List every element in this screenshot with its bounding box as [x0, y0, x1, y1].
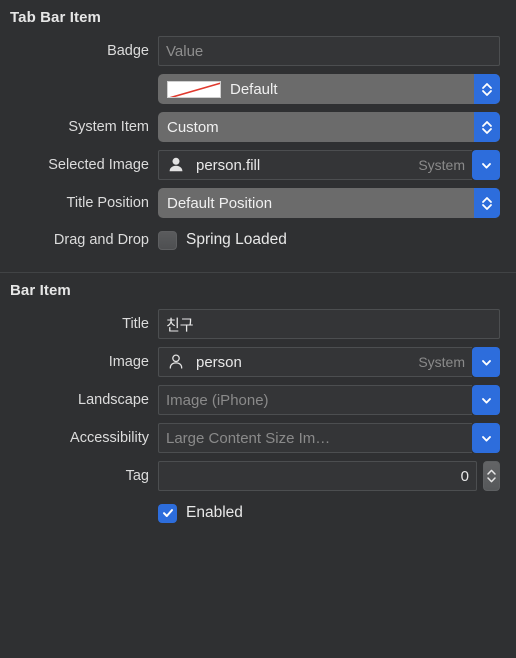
- chevron-up-down-icon[interactable]: [474, 188, 500, 218]
- no-color-swatch-icon: [167, 80, 221, 98]
- row-landscape: Landscape Image (iPhone): [0, 385, 516, 415]
- chevron-up-down-icon[interactable]: [474, 74, 500, 104]
- enabled-checkbox[interactable]: [158, 503, 177, 523]
- control-system-item: Custom: [158, 112, 500, 142]
- selected-image-value: person.fill: [196, 156, 261, 174]
- row-drag-and-drop: Drag and Drop Spring Loaded: [0, 226, 516, 254]
- row-title: Title 친구: [0, 309, 516, 339]
- control-badge-color: Default: [158, 74, 500, 104]
- label-selected-image: Selected Image: [48, 157, 149, 173]
- label-image: Image: [108, 354, 149, 370]
- selected-image-source-badge: System: [418, 157, 465, 173]
- section-bar-item: Bar Item Title 친구 Image person System La…: [0, 273, 516, 527]
- selected-image-combo[interactable]: person.fill System: [158, 150, 500, 180]
- attributes-inspector-panel: Tab Bar Item Badge Value Default System …: [0, 0, 516, 658]
- label-system-item: System Item: [68, 119, 149, 135]
- spring-loaded-checkbox[interactable]: [158, 230, 177, 250]
- section-title-bar-item: Bar Item: [10, 282, 71, 299]
- label-tag: Tag: [125, 468, 149, 484]
- chevron-down-icon[interactable]: [472, 385, 500, 415]
- badge-input[interactable]: Value: [158, 36, 500, 66]
- person-fill-icon: [166, 155, 186, 175]
- spring-loaded-checkbox-row[interactable]: Spring Loaded: [158, 230, 287, 250]
- accessibility-value: Large Content Size Im…: [166, 429, 331, 447]
- section-tab-bar-item: Tab Bar Item Badge Value Default System …: [0, 0, 516, 254]
- enabled-label: Enabled: [186, 504, 243, 521]
- title-input[interactable]: 친구: [158, 309, 500, 339]
- chevron-down-icon[interactable]: [472, 423, 500, 453]
- landscape-field[interactable]: Image (iPhone): [158, 385, 472, 415]
- tag-input[interactable]: 0: [158, 461, 477, 491]
- row-system-item: System Item Custom: [0, 112, 516, 142]
- row-selected-image: Selected Image person.fill System: [0, 150, 516, 180]
- system-item-popup-button[interactable]: Custom: [158, 112, 500, 142]
- spring-loaded-label: Spring Loaded: [186, 231, 287, 248]
- section-title-tab-bar-item: Tab Bar Item: [10, 9, 101, 26]
- row-title-position: Title Position Default Position: [0, 188, 516, 218]
- control-tag: 0: [158, 461, 500, 491]
- chevron-down-icon[interactable]: [472, 347, 500, 377]
- landscape-value: Image (iPhone): [166, 391, 269, 409]
- image-field[interactable]: person System: [158, 347, 472, 377]
- row-image: Image person System: [0, 347, 516, 377]
- title-position-value: Default Position: [167, 194, 273, 212]
- badge-color-value: Default: [230, 80, 278, 98]
- label-landscape: Landscape: [78, 392, 149, 408]
- accessibility-combo[interactable]: Large Content Size Im…: [158, 423, 500, 453]
- control-selected-image: person.fill System: [158, 150, 500, 180]
- row-enabled: Enabled: [0, 499, 516, 527]
- row-accessibility: Accessibility Large Content Size Im…: [0, 423, 516, 453]
- row-badge: Badge Value: [0, 36, 516, 66]
- label-title: Title: [122, 316, 149, 332]
- label-drag-and-drop: Drag and Drop: [53, 232, 149, 248]
- title-position-popup-button[interactable]: Default Position: [158, 188, 500, 218]
- image-combo[interactable]: person System: [158, 347, 500, 377]
- control-landscape: Image (iPhone): [158, 385, 500, 415]
- control-image: person System: [158, 347, 500, 377]
- control-accessibility: Large Content Size Im…: [158, 423, 500, 453]
- enabled-checkbox-row[interactable]: Enabled: [158, 503, 243, 523]
- label-accessibility: Accessibility: [70, 430, 149, 446]
- row-badge-color: Default: [0, 74, 516, 104]
- checkmark-icon: [162, 509, 173, 517]
- control-badge: Value: [158, 36, 500, 66]
- badge-color-popup-button[interactable]: Default: [158, 74, 500, 104]
- selected-image-field[interactable]: person.fill System: [158, 150, 472, 180]
- chevron-up-down-icon[interactable]: [474, 112, 500, 142]
- control-enabled: Enabled: [158, 503, 500, 523]
- control-drag-and-drop: Spring Loaded: [158, 230, 500, 250]
- landscape-combo[interactable]: Image (iPhone): [158, 385, 500, 415]
- badge-color-popup-body: Default: [158, 80, 474, 98]
- person-outline-icon: [166, 352, 186, 372]
- image-source-badge: System: [418, 354, 465, 370]
- control-title-position: Default Position: [158, 188, 500, 218]
- stepper-up-down-icon[interactable]: [483, 461, 500, 491]
- chevron-down-icon[interactable]: [472, 150, 500, 180]
- accessibility-field[interactable]: Large Content Size Im…: [158, 423, 472, 453]
- label-title-position: Title Position: [66, 195, 149, 211]
- control-title: 친구: [158, 309, 500, 339]
- row-tag: Tag 0: [0, 461, 516, 491]
- label-badge: Badge: [107, 43, 149, 59]
- image-value: person: [196, 353, 242, 371]
- system-item-value: Custom: [167, 118, 219, 136]
